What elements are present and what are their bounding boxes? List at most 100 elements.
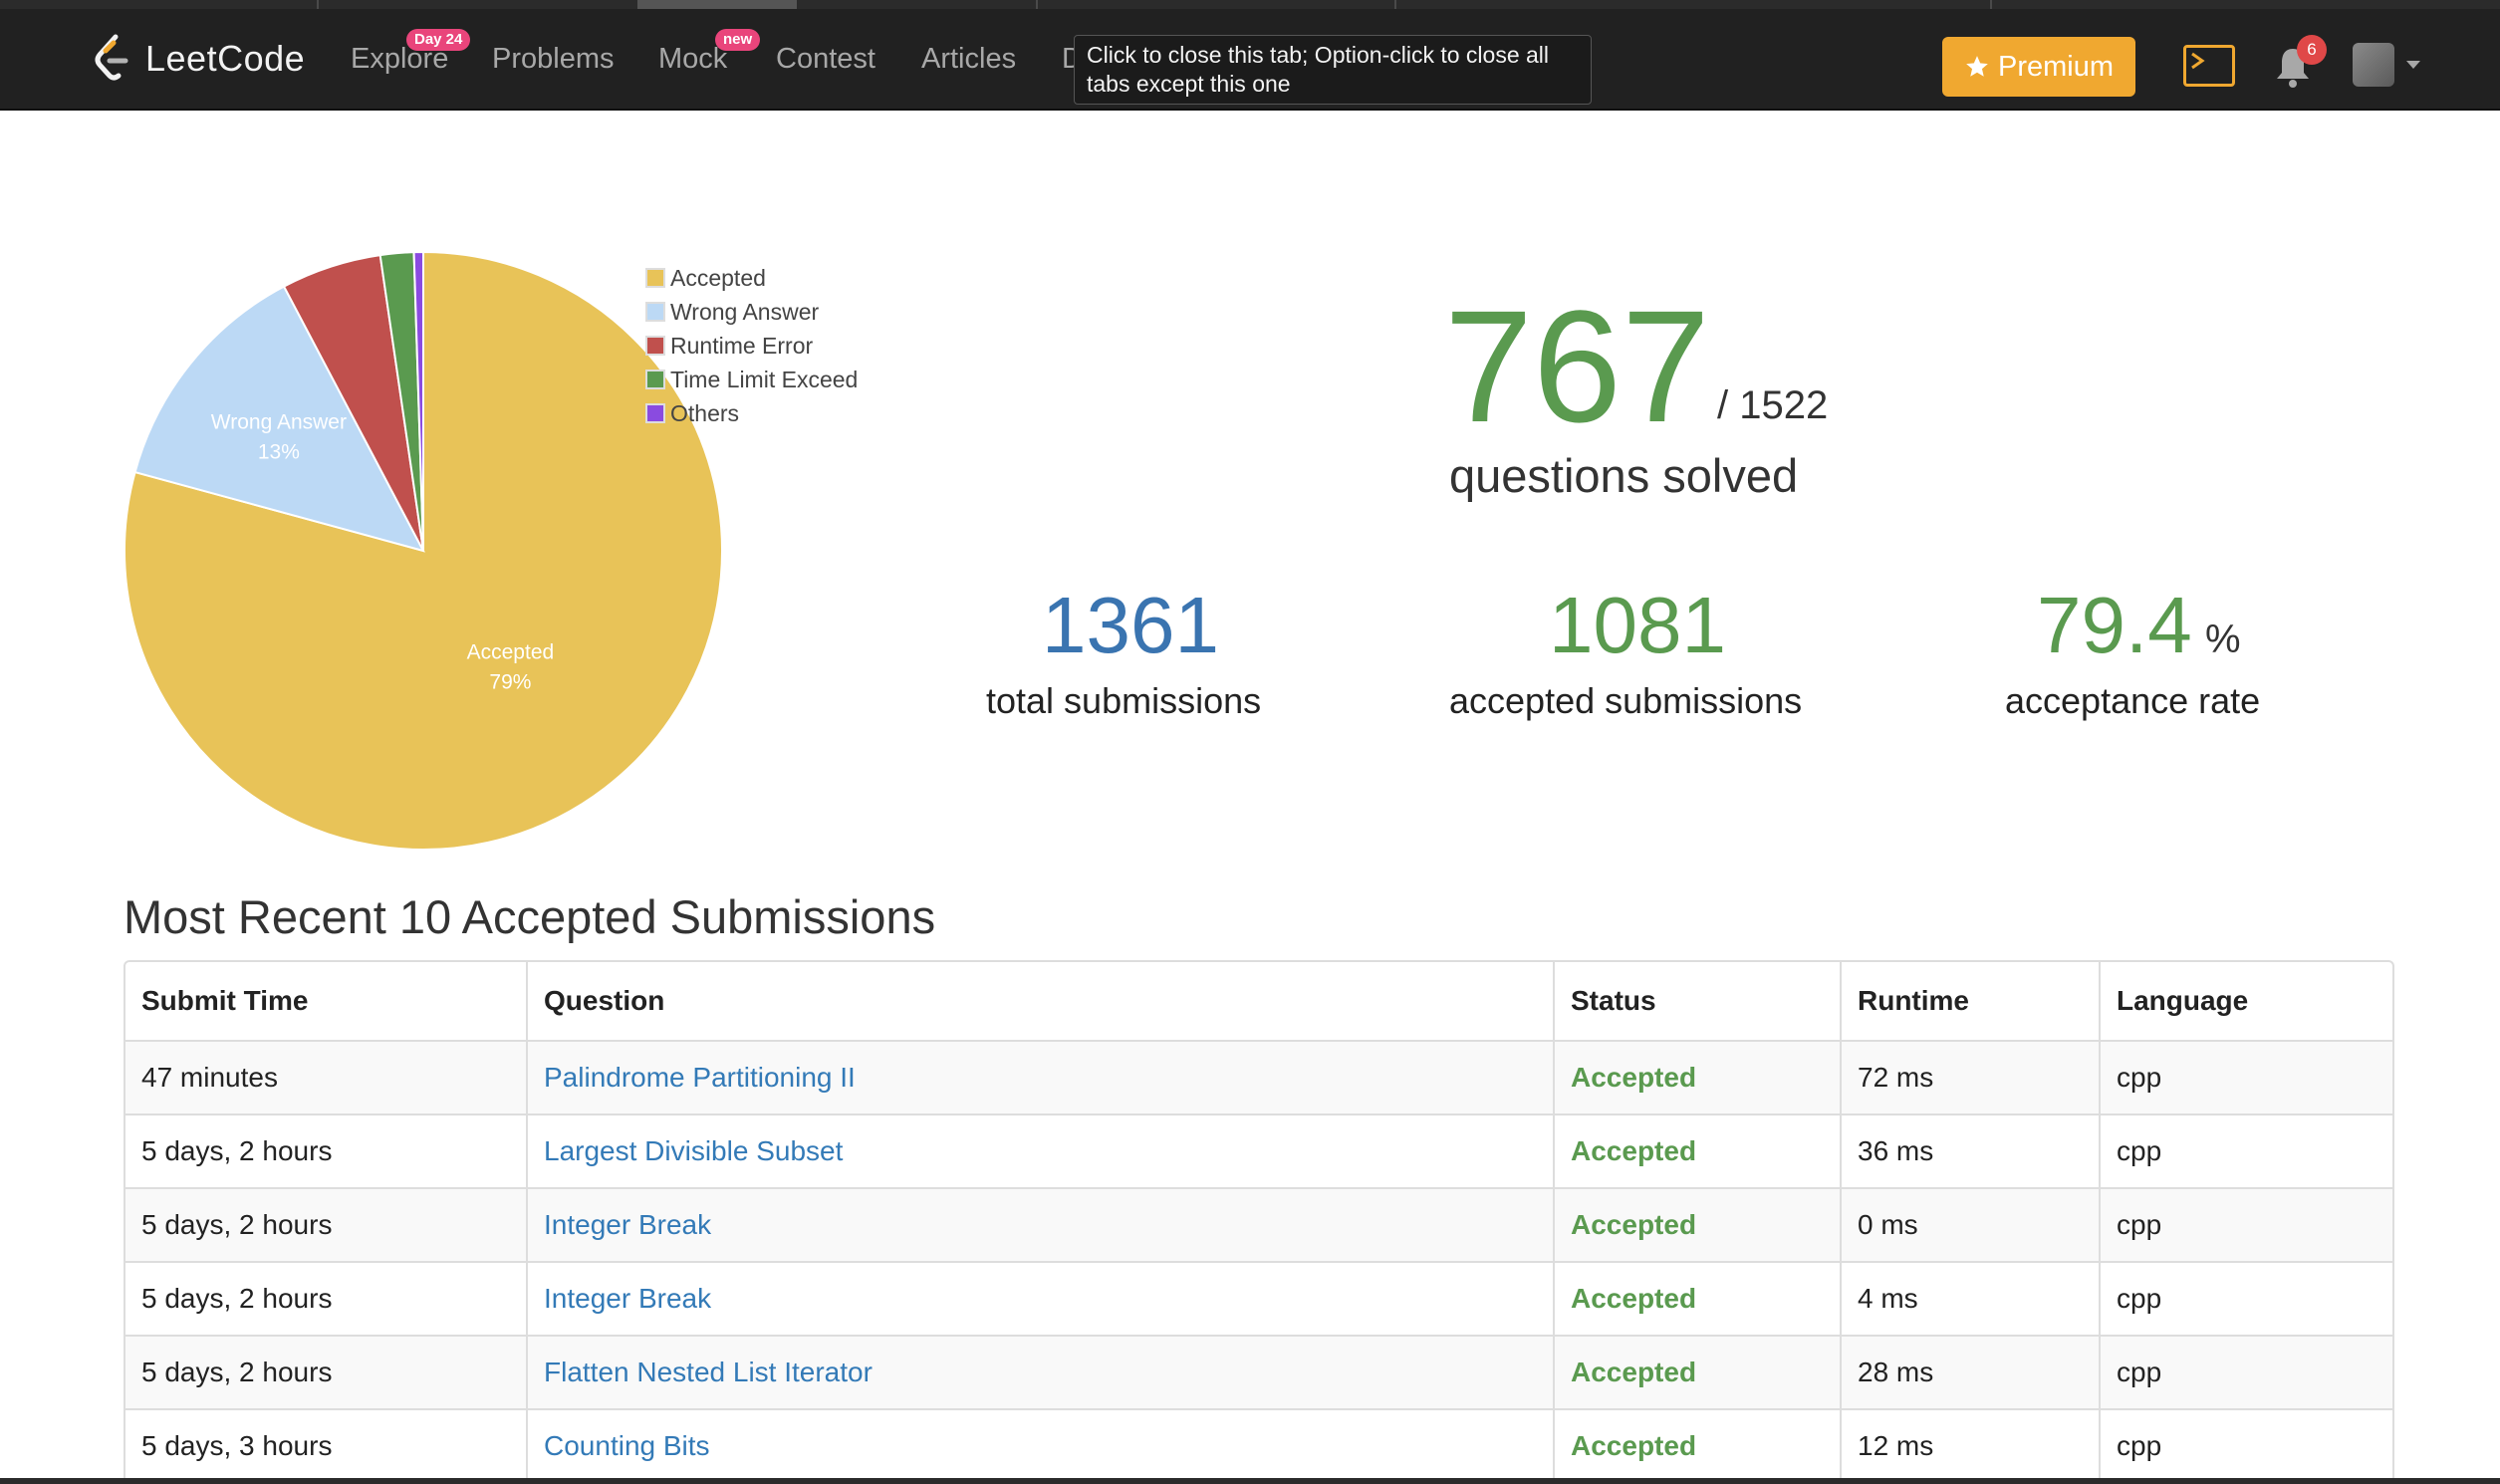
submit-time-cell: 5 days, 2 hours	[125, 1189, 528, 1261]
legend-label: Others	[670, 399, 740, 426]
tab-separator	[1990, 0, 1992, 9]
terminal-icon[interactable]	[2183, 45, 2235, 87]
submit-time-cell: 5 days, 2 hours	[125, 1115, 528, 1187]
question-link[interactable]: Counting Bits	[544, 1430, 710, 1462]
pie-svg: Accepted 79% Wrong Answer 13%	[124, 250, 723, 851]
star-icon	[1966, 56, 1988, 77]
runtime-cell: 4 ms	[1842, 1263, 2101, 1335]
legend-item[interactable]: Accepted	[645, 261, 858, 295]
table-row: 5 days, 2 hours Largest Divisible Subset…	[125, 1115, 2392, 1189]
pie-label-percent: 13%	[258, 441, 300, 464]
table-row: 47 minutes Palindrome Partitioning II Ac…	[125, 1042, 2392, 1115]
legend-label: Time Limit Exceed	[670, 366, 859, 392]
language-cell: cpp	[2117, 1357, 2162, 1387]
brand-logo[interactable]: LeetCode	[92, 31, 305, 87]
status-link[interactable]: Accepted	[1571, 1430, 1696, 1462]
mock-new-badge: new	[715, 29, 761, 51]
tab-close-tooltip: Click to close this tab; Option-click to…	[1074, 35, 1592, 105]
question-link[interactable]: Integer Break	[544, 1209, 711, 1241]
legend-swatch	[645, 370, 665, 389]
nav-contest[interactable]: Contest	[776, 43, 875, 76]
legend-swatch	[645, 268, 665, 288]
status-link[interactable]: Accepted	[1571, 1135, 1696, 1167]
pie-label-percent: 79%	[489, 670, 531, 693]
column-header-question: Question	[528, 962, 1555, 1040]
language-cell: cpp	[2117, 1209, 2162, 1240]
leetcode-logo-icon	[95, 34, 128, 81]
table-row: 5 days, 2 hours Integer Break Accepted 0…	[125, 1189, 2392, 1263]
explore-day-badge: Day 24	[406, 29, 471, 51]
tab-separator	[1036, 0, 1038, 9]
questions-solved-count: 767	[1444, 277, 1710, 455]
window-bottom-edge	[0, 1478, 2500, 1484]
pie-label: Accepted	[467, 640, 555, 663]
legend-label: Runtime Error	[670, 332, 814, 359]
questions-solved-label: questions solved	[1449, 449, 1799, 502]
legend-label: Wrong Answer	[670, 298, 820, 325]
tab-separator	[1394, 0, 1396, 9]
question-link[interactable]: Flatten Nested List Iterator	[544, 1357, 873, 1388]
acceptance-rate-label: acceptance rate	[2005, 680, 2261, 721]
table-header-row: Submit Time Question Status Runtime Lang…	[125, 962, 2392, 1042]
runtime-cell: 72 ms	[1842, 1042, 2101, 1113]
table-row: 5 days, 2 hours Flatten Nested List Iter…	[125, 1337, 2392, 1410]
status-link[interactable]: Accepted	[1571, 1062, 1696, 1094]
table-row: 5 days, 2 hours Integer Break Accepted 4…	[125, 1263, 2392, 1337]
language-cell: cpp	[2117, 1062, 2162, 1093]
legend-swatch	[645, 403, 665, 423]
total-submissions-count: 1361	[1042, 581, 1219, 669]
runtime-cell: 0 ms	[1842, 1189, 2101, 1261]
language-cell: cpp	[2117, 1135, 2162, 1166]
pie-label: Wrong Answer	[211, 411, 347, 434]
nav-problems[interactable]: Problems	[492, 43, 615, 76]
acceptance-rate-value: 79.4	[2037, 581, 2192, 669]
submit-time-cell: 5 days, 2 hours	[125, 1263, 528, 1335]
language-cell: cpp	[2117, 1430, 2162, 1461]
pie-legend: Accepted Wrong Answer Runtime Error Time Li…	[645, 261, 858, 430]
status-link[interactable]: Accepted	[1571, 1283, 1696, 1315]
column-header-status: Status	[1555, 962, 1842, 1040]
premium-label: Premium	[1997, 50, 2114, 83]
runtime-cell: 12 ms	[1842, 1410, 2101, 1482]
runtime-cell: 28 ms	[1842, 1337, 2101, 1408]
acceptance-percent-sign: %	[2205, 618, 2241, 661]
avatar[interactable]	[2353, 43, 2394, 87]
question-link[interactable]: Largest Divisible Subset	[544, 1135, 843, 1167]
recent-submissions-title: Most Recent 10 Accepted Submissions	[124, 890, 936, 943]
column-header-runtime: Runtime	[1842, 962, 2101, 1040]
total-submissions-label: total submissions	[986, 680, 1262, 721]
question-link[interactable]: Integer Break	[544, 1283, 711, 1315]
status-link[interactable]: Accepted	[1571, 1209, 1696, 1241]
nav-articles[interactable]: Articles	[921, 43, 1016, 76]
legend-item[interactable]: Runtime Error	[645, 329, 858, 363]
accepted-submissions-count: 1081	[1549, 581, 1726, 669]
browser-tab-strip	[0, 0, 2500, 9]
legend-item[interactable]: Others	[645, 396, 858, 430]
column-header-language: Language	[2117, 985, 2249, 1016]
active-tab[interactable]	[637, 0, 797, 9]
legend-label: Accepted	[670, 264, 766, 291]
premium-button[interactable]: Premium	[1942, 37, 2135, 97]
column-header-submit-time: Submit Time	[125, 962, 528, 1040]
question-link[interactable]: Palindrome Partitioning II	[544, 1062, 856, 1094]
legend-item[interactable]: Wrong Answer	[645, 295, 858, 329]
total-questions: / 1522	[1717, 383, 1829, 427]
notification-count-badge: 6	[2297, 35, 2327, 65]
tab-separator	[317, 0, 319, 9]
submit-time-cell: 5 days, 3 hours	[125, 1410, 528, 1482]
table-row: 5 days, 3 hours Counting Bits Accepted 1…	[125, 1410, 2392, 1484]
legend-swatch	[645, 302, 665, 322]
status-link[interactable]: Accepted	[1571, 1357, 1696, 1388]
nav-mock[interactable]: Mock	[658, 43, 727, 76]
caret-down-icon[interactable]	[2406, 61, 2420, 69]
submission-status-pie-chart: Accepted 79% Wrong Answer 13%	[120, 247, 727, 855]
legend-swatch	[645, 336, 665, 356]
submit-time-cell: 5 days, 2 hours	[125, 1337, 528, 1408]
recent-submissions-table: Submit Time Question Status Runtime Lang…	[124, 960, 2394, 1484]
runtime-cell: 36 ms	[1842, 1115, 2101, 1187]
brand-name: LeetCode	[145, 38, 306, 79]
submit-time-cell: 47 minutes	[125, 1042, 528, 1113]
accepted-submissions-label: accepted submissions	[1449, 680, 1803, 721]
legend-item[interactable]: Time Limit Exceed	[645, 363, 858, 396]
top-navbar: LeetCode Explore Day 24 Problems Mock ne…	[0, 9, 2500, 111]
